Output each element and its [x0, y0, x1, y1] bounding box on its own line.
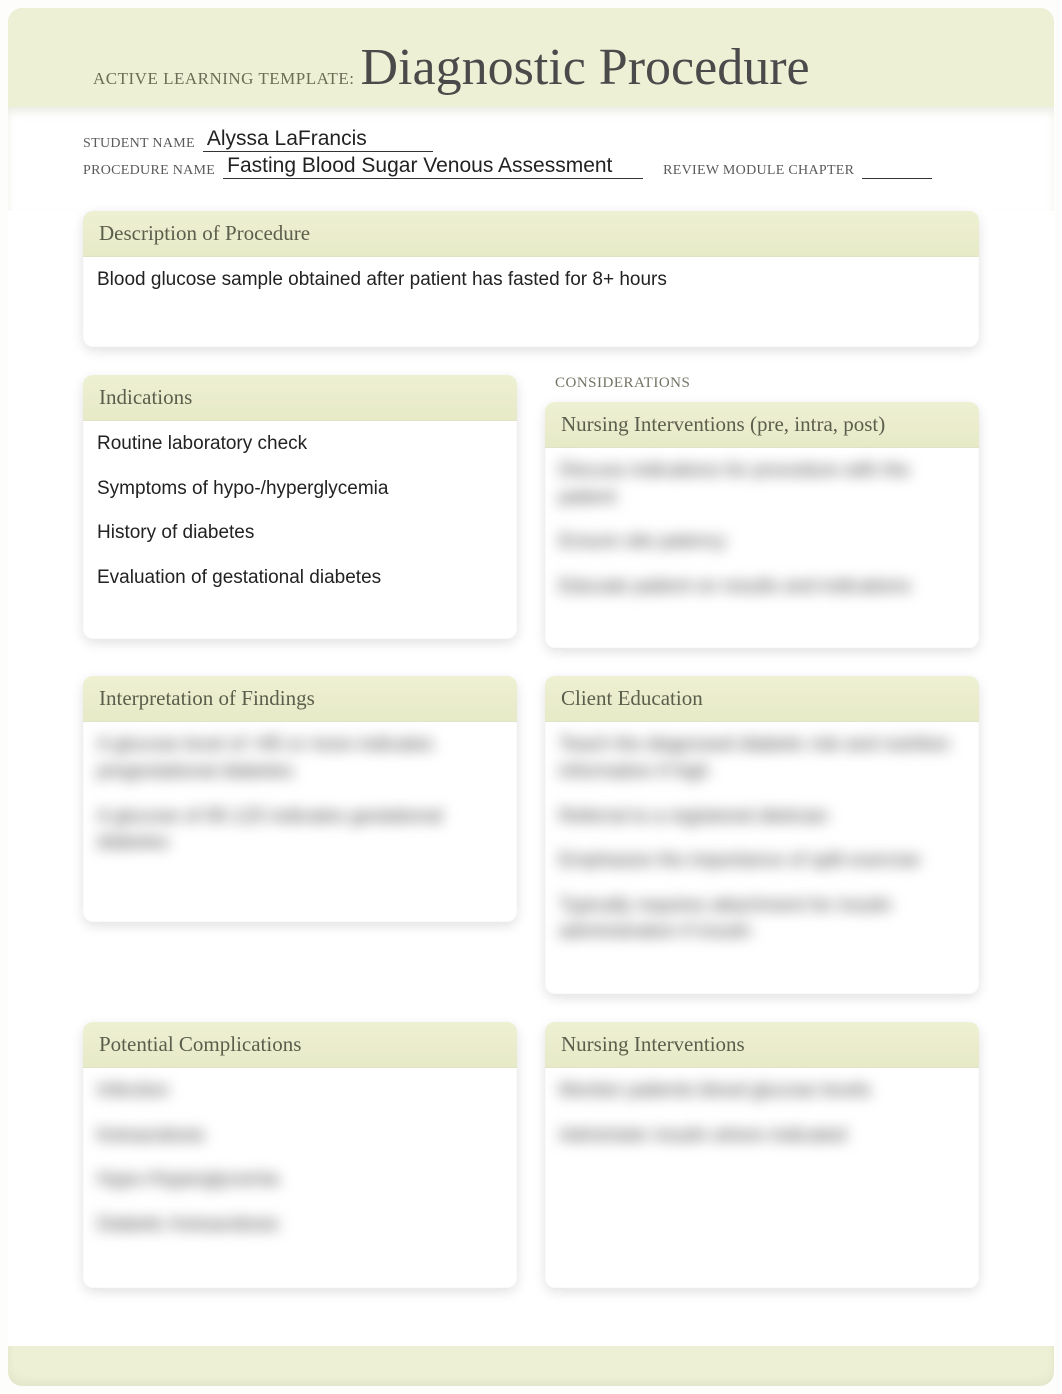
student-name-label: STUDENT NAME — [83, 136, 195, 152]
row-2: Interpretation of Findings A glucose lev… — [83, 676, 979, 1022]
complications-header: Potential Complications — [83, 1022, 517, 1068]
procedure-name-value: Fasting Blood Sugar Venous Assessment — [223, 154, 643, 179]
description-body: Blood glucose sample obtained after pati… — [83, 257, 979, 347]
interpretation-item: A glucose of 95-125 indicates gestationa… — [97, 804, 503, 857]
nursing2-item: Administer insulin where indicated — [559, 1123, 965, 1150]
description-card: Description of Procedure Blood glucose s… — [83, 211, 979, 347]
description-text: Blood glucose sample obtained after pati… — [97, 269, 667, 290]
description-header: Description of Procedure — [83, 211, 979, 257]
col-left-1: Indications Routine laboratory check Sym… — [83, 375, 517, 676]
nursing-pre-item: Discuss indications for procedure with t… — [559, 458, 965, 511]
considerations-label: CONSIDERATIONS — [555, 375, 979, 392]
indications-body: Routine laboratory check Symptoms of hyp… — [83, 421, 517, 639]
education-card: Client Education Teach the diagnosed dia… — [545, 676, 979, 994]
student-name-value: Alyssa LaFrancis — [203, 127, 433, 152]
education-header: Client Education — [545, 676, 979, 722]
indication-item: Symptoms of hypo-/hyperglycemia — [97, 476, 503, 503]
complication-item: Hypo-/Hyperglycemia — [97, 1167, 503, 1194]
complication-item: Ketoacidosis — [97, 1123, 503, 1150]
complications-card: Potential Complications Infection Ketoac… — [83, 1022, 517, 1288]
indications-header: Indications — [83, 375, 517, 421]
template-main-title: Diagnostic Procedure — [361, 38, 810, 97]
row-1: Indications Routine laboratory check Sym… — [83, 375, 979, 676]
nursing-pre-card: Nursing Interventions (pre, intra, post)… — [545, 402, 979, 648]
col-left-2: Interpretation of Findings A glucose lev… — [83, 676, 517, 1022]
chapter-value — [862, 178, 932, 179]
nursing-pre-item: Ensure site patency — [559, 529, 965, 556]
meta-area: STUDENT NAME Alyssa LaFrancis PROCEDURE … — [8, 107, 1054, 211]
student-name-row: STUDENT NAME Alyssa LaFrancis — [83, 127, 979, 152]
content-area: Description of Procedure Blood glucose s… — [8, 211, 1054, 1346]
indication-item: History of diabetes — [97, 520, 503, 547]
complications-body: Infection Ketoacidosis Hypo-/Hyperglycem… — [83, 1068, 517, 1288]
header-band: ACTIVE LEARNING TEMPLATE: Diagnostic Pro… — [8, 8, 1054, 107]
col-right-1: CONSIDERATIONS Nursing Interventions (pr… — [545, 375, 979, 676]
nursing-pre-item: Educate patient on results and indicatio… — [559, 574, 965, 601]
procedure-group: PROCEDURE NAME Fasting Blood Sugar Venou… — [83, 154, 643, 179]
procedure-name-label: PROCEDURE NAME — [83, 163, 215, 179]
nursing2-body: Monitor patients blood glucose levels Ad… — [545, 1068, 979, 1288]
nursing2-header: Nursing Interventions — [545, 1022, 979, 1068]
col-right-3: Nursing Interventions Monitor patients b… — [545, 1022, 979, 1316]
interpretation-card: Interpretation of Findings A glucose lev… — [83, 676, 517, 922]
col-right-2: Client Education Teach the diagnosed dia… — [545, 676, 979, 1022]
interpretation-body: A glucose level of >95 or more indicates… — [83, 722, 517, 922]
interpretation-item: A glucose level of >95 or more indicates… — [97, 732, 503, 785]
page-container: ACTIVE LEARNING TEMPLATE: Diagnostic Pro… — [8, 8, 1054, 1386]
education-item: Teach the diagnosed diabetic risk and nu… — [559, 732, 965, 785]
education-item: Referral to a registered dietician — [559, 804, 965, 831]
indications-card: Indications Routine laboratory check Sym… — [83, 375, 517, 639]
indication-item: Routine laboratory check — [97, 431, 503, 458]
education-body: Teach the diagnosed diabetic risk and nu… — [545, 722, 979, 994]
complication-item: Diabetic Ketoacidosis — [97, 1212, 503, 1239]
row-3: Potential Complications Infection Ketoac… — [83, 1022, 979, 1316]
nursing-pre-body: Discuss indications for procedure with t… — [545, 448, 979, 648]
procedure-name-row: PROCEDURE NAME Fasting Blood Sugar Venou… — [83, 154, 979, 179]
nursing-pre-header: Nursing Interventions (pre, intra, post) — [545, 402, 979, 448]
template-title-row: ACTIVE LEARNING TEMPLATE: Diagnostic Pro… — [93, 38, 979, 97]
chapter-group: REVIEW MODULE CHAPTER — [663, 163, 932, 179]
chapter-label: REVIEW MODULE CHAPTER — [663, 163, 854, 179]
col-left-3: Potential Complications Infection Ketoac… — [83, 1022, 517, 1316]
indication-item: Evaluation of gestational diabetes — [97, 565, 503, 592]
education-item: Typically requires attachment for insuli… — [559, 893, 965, 946]
complication-item: Infection — [97, 1078, 503, 1105]
interpretation-header: Interpretation of Findings — [83, 676, 517, 722]
nursing2-item: Monitor patients blood glucose levels — [559, 1078, 965, 1105]
template-prefix: ACTIVE LEARNING TEMPLATE: — [93, 69, 355, 89]
education-item: Emphasize the importance of split exerci… — [559, 848, 965, 875]
nursing2-card: Nursing Interventions Monitor patients b… — [545, 1022, 979, 1288]
